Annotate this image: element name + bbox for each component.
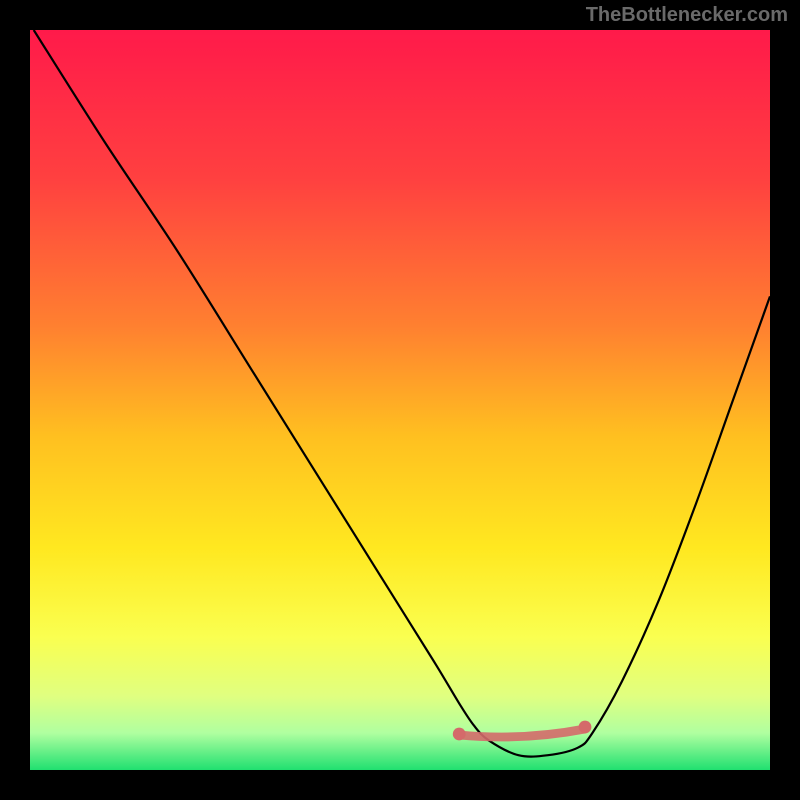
chart-background <box>30 30 770 770</box>
chart <box>30 30 770 770</box>
watermark-text: TheBottlenecker.com <box>586 4 788 27</box>
chart-svg <box>30 30 770 770</box>
